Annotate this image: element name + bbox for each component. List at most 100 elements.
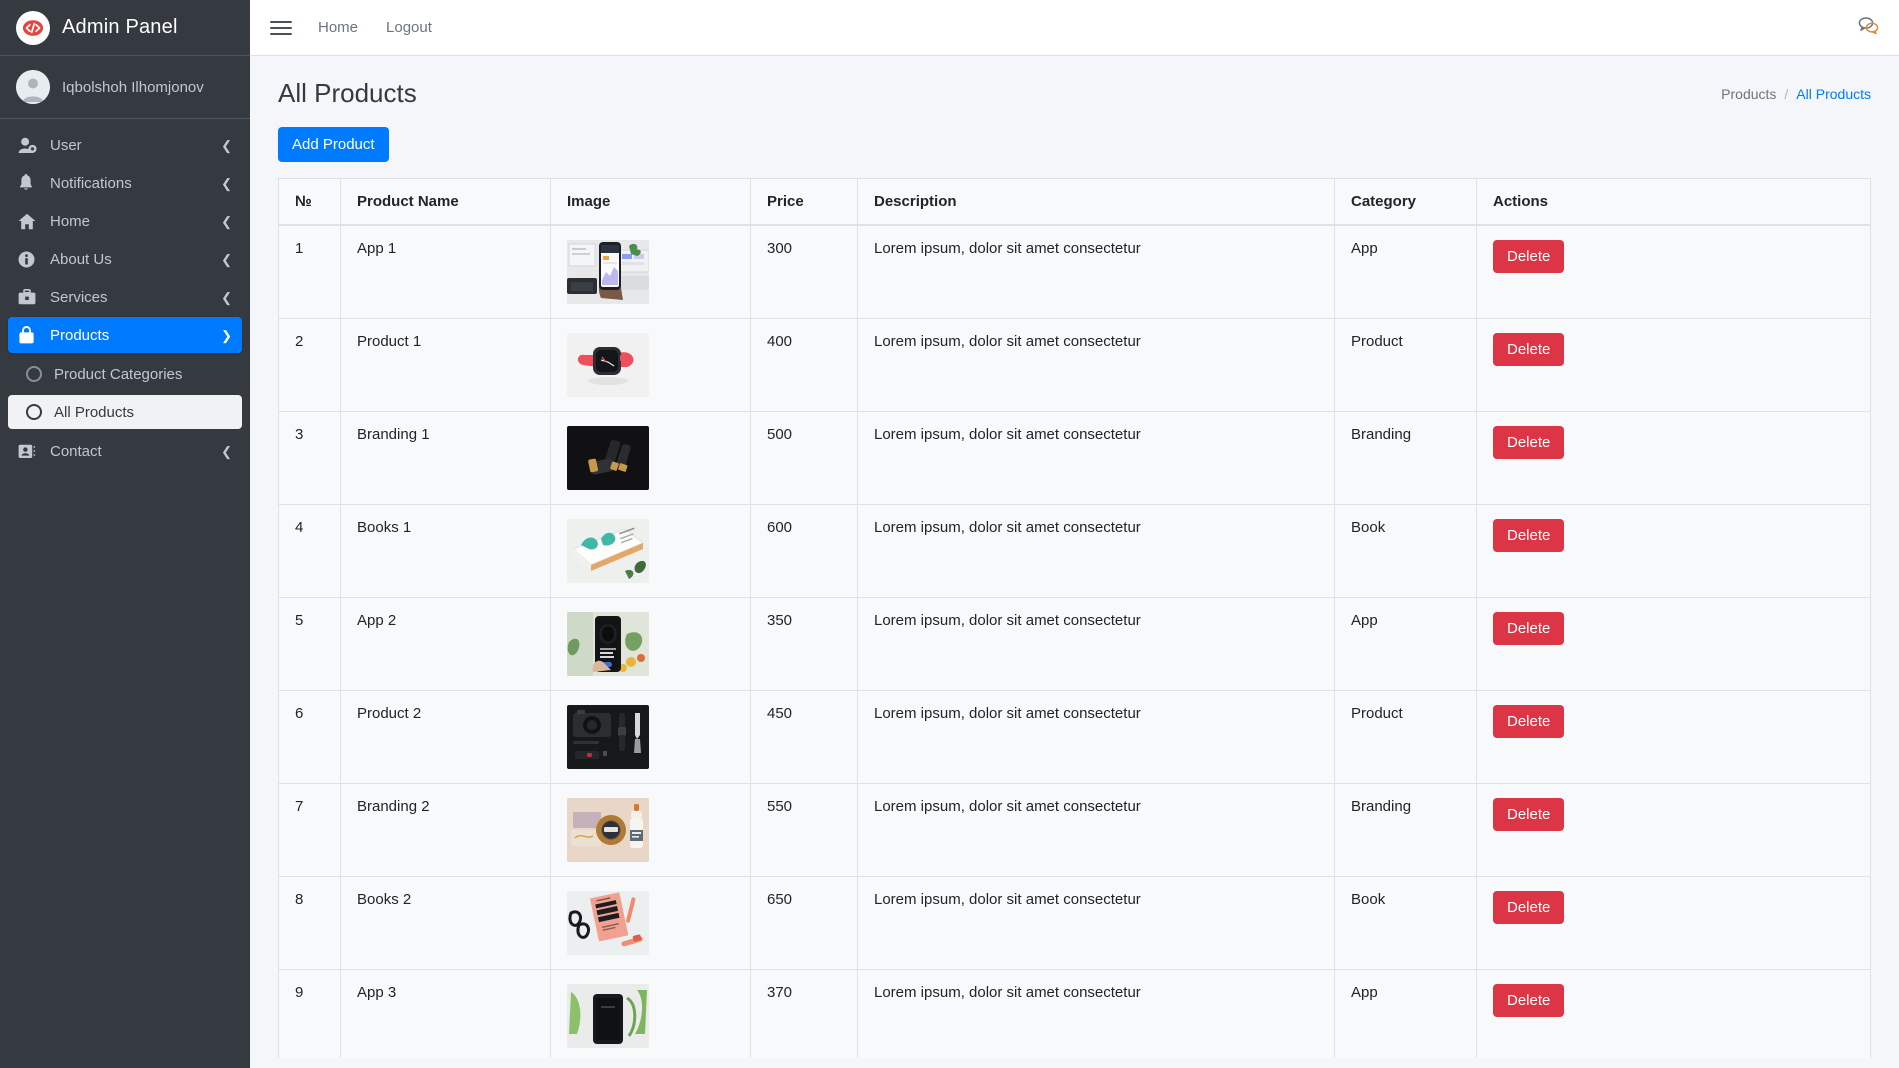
teal-book-photo[interactable] (567, 519, 649, 583)
sidebar-item-about-us[interactable]: About Us ❮ (8, 241, 242, 277)
cell-price: 550 (750, 783, 858, 877)
cell-image (550, 225, 751, 319)
breadcrumb: Products / All Products (1721, 86, 1871, 102)
hamburger-icon[interactable] (270, 17, 292, 39)
cell-price: 500 (750, 411, 858, 505)
cell-description: Lorem ipsum, dolor sit amet consectetur (857, 597, 1335, 691)
briefcase-icon (18, 289, 42, 305)
delete-button[interactable]: Delete (1493, 612, 1565, 645)
sidebar-subitem-label: All Products (54, 403, 135, 421)
cell-category: App (1334, 225, 1477, 319)
address-card-icon (18, 444, 42, 459)
table-row: 1 App 1 300 Lorem ipsum, dolor sit amet … (278, 225, 1871, 319)
sidebar-item-services[interactable]: Services ❮ (8, 279, 242, 315)
sidebar: Admin Panel Iqbolshoh Ilhomjonov User ❮ … (0, 0, 250, 1068)
sidebar-item-home[interactable]: Home ❮ (8, 203, 242, 239)
cell-description: Lorem ipsum, dolor sit amet consectetur (857, 504, 1335, 598)
circle-icon (26, 366, 42, 382)
sidebar-item-contact[interactable]: Contact ❮ (8, 433, 242, 469)
delete-button[interactable]: Delete (1493, 798, 1565, 831)
delete-button[interactable]: Delete (1493, 984, 1565, 1017)
cell-category: Book (1334, 876, 1477, 970)
cell-image (550, 969, 751, 1058)
delete-button[interactable]: Delete (1493, 240, 1565, 273)
user-gear-icon (18, 137, 42, 154)
phone-speaker-plants-photo[interactable] (567, 612, 649, 676)
comments-icon[interactable] (1857, 16, 1879, 40)
cell-price: 370 (750, 969, 858, 1058)
cell-image (550, 876, 751, 970)
sidebar-item-user[interactable]: User ❮ (8, 127, 242, 163)
sidebar-subitem-label: Product Categories (54, 365, 183, 383)
sidebar-subitem-all-products[interactable]: All Products (8, 395, 242, 429)
breadcrumb-separator: / (1784, 85, 1789, 102)
delete-button[interactable]: Delete (1493, 705, 1565, 738)
cell-no: 5 (278, 597, 341, 691)
sidebar-item-label: About Us (50, 250, 112, 268)
cell-actions: Delete (1476, 411, 1871, 505)
red-smartwatch-photo[interactable] (567, 333, 649, 397)
topnav-link-logout[interactable]: Logout (386, 19, 432, 36)
cell-description: Lorem ipsum, dolor sit amet consectetur (857, 318, 1335, 412)
cell-actions: Delete (1476, 504, 1871, 598)
chevron-left-icon: ❮ (221, 213, 232, 229)
bell-icon (18, 174, 42, 192)
topnav-link-home[interactable]: Home (318, 19, 358, 36)
breadcrumb-parent[interactable]: Products (1721, 86, 1776, 102)
column-header-actions: Actions (1476, 178, 1871, 226)
cell-image (550, 690, 751, 784)
table-row: 8 Books 2 650 Lorem ipsum, dolor sit ame… (278, 876, 1871, 970)
admin-panel-app: Admin Panel Iqbolshoh Ilhomjonov User ❮ … (0, 0, 1899, 1068)
cell-image (550, 504, 751, 598)
black-gold-cosmetics-photo[interactable] (567, 426, 649, 490)
brand-title: Admin Panel (62, 16, 178, 38)
column-header-description: Description (857, 178, 1335, 226)
delete-button[interactable]: Delete (1493, 426, 1565, 459)
add-product-button[interactable]: Add Product (278, 127, 389, 162)
cell-price: 350 (750, 597, 858, 691)
camera-flatlay-photo[interactable] (567, 705, 649, 769)
phone-analytics-photo[interactable] (567, 240, 649, 304)
chevron-left-icon: ❮ (221, 175, 232, 191)
cell-price: 400 (750, 318, 858, 412)
cell-actions: Delete (1476, 969, 1871, 1058)
table-row: 7 Branding 2 550 Lorem ipsum, dolor sit … (278, 783, 1871, 877)
brand-header[interactable]: Admin Panel (0, 0, 250, 56)
cell-price: 300 (750, 225, 858, 319)
sidebar-item-products[interactable]: Products ❯ (8, 317, 242, 353)
phone-plants-photo[interactable] (567, 984, 649, 1048)
little-black-book-photo[interactable] (567, 891, 649, 955)
sidebar-subitem-product-categories[interactable]: Product Categories (8, 357, 242, 391)
chevron-left-icon: ❮ (221, 289, 232, 305)
cell-actions: Delete (1476, 690, 1871, 784)
cell-actions: Delete (1476, 597, 1871, 691)
cell-no: 2 (278, 318, 341, 412)
breadcrumb-current[interactable]: All Products (1796, 86, 1871, 102)
cell-actions: Delete (1476, 783, 1871, 877)
column-header-name: Product Name (340, 178, 551, 226)
shopping-bag-icon (18, 326, 42, 344)
sidebar-item-label: User (50, 136, 82, 154)
delete-button[interactable]: Delete (1493, 519, 1565, 552)
sidebar-item-label: Home (50, 212, 91, 230)
sidebar-item-notifications[interactable]: Notifications ❮ (8, 165, 242, 201)
cell-description: Lorem ipsum, dolor sit amet consectetur (857, 411, 1335, 505)
cell-category: App (1334, 969, 1477, 1058)
top-navbar: Home Logout (250, 0, 1899, 56)
cell-category: Book (1334, 504, 1477, 598)
cell-no: 3 (278, 411, 341, 505)
cell-image (550, 318, 751, 412)
delete-button[interactable]: Delete (1493, 333, 1565, 366)
products-table-wrapper: № Product Name Image Price Description C… (278, 178, 1871, 1058)
products-table-head: № Product Name Image Price Description C… (278, 178, 1871, 226)
products-table: № Product Name Image Price Description C… (278, 178, 1871, 1058)
cell-image (550, 411, 751, 505)
code-brackets-icon (16, 10, 50, 45)
cell-category: Product (1334, 318, 1477, 412)
cosmetics-branding-photo[interactable] (567, 798, 649, 862)
content-header: All Products Products / All Products (250, 56, 1899, 117)
user-panel[interactable]: Iqbolshoh Ilhomjonov (0, 56, 250, 119)
delete-button[interactable]: Delete (1493, 891, 1565, 924)
cell-no: 8 (278, 876, 341, 970)
sidebar-item-label: Notifications (50, 174, 132, 192)
